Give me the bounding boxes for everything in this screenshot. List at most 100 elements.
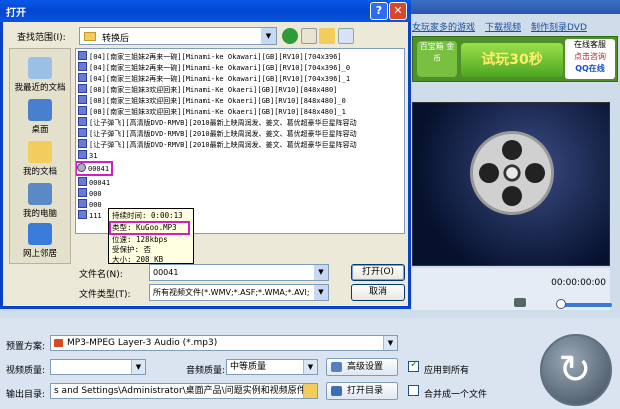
convert-button[interactable]: ↻ [540,334,612,406]
chevron-down-icon[interactable]: ▼ [383,336,397,350]
volume-knob[interactable] [556,299,566,309]
close-button[interactable]: ✕ [389,2,407,20]
place-computer-label: 我的电脑 [22,209,57,219]
preset-select[interactable]: MP3-MPEG Layer-3 Audio (*.mp3) ▼ [50,335,398,351]
back-icon[interactable] [282,28,298,44]
audio-file-icon [77,163,86,172]
lookin-label: 查找范围(I): [17,33,66,43]
preset-label: 预置方案: [6,342,46,352]
place-documents[interactable]: 我的文档 [10,139,70,181]
open-button[interactable]: 打开(O) [351,264,405,281]
file-item[interactable]: 00041 [78,177,110,188]
ad-support[interactable]: 在线客服 点击咨询 QQ在线 [565,39,615,79]
place-desktop[interactable]: 桌面 [10,97,70,139]
ad-banner[interactable]: 百宝箱 金币 试玩30秒 在线客服 点击咨询 QQ在线 [412,36,618,82]
link-burn-dvd[interactable]: 制作刻录DVD [531,20,587,34]
file-item[interactable]: [让子弹飞][高清版DVD-RMVB][2010最新上映周润发、姜文、葛优超豪华… [78,128,357,139]
video-file-icon [78,62,87,71]
file-item[interactable]: [04][南家三姐妹2再来一碗][Minami-ke Okawari][GB][… [78,73,350,84]
video-file-icon [78,106,87,115]
folder-open-icon [331,386,342,396]
video-file-icon [78,177,87,186]
video-quality-select[interactable]: ▼ [50,359,146,375]
file-item[interactable]: [04][南家三姐妹2再来一碗][Minami-ke Okawari][GB][… [78,62,350,73]
output-dir-label: 输出目录: [6,390,46,400]
file-item[interactable]: 31 [78,150,97,161]
apply-all-label: 应用到所有 [424,366,470,376]
advanced-settings-button[interactable]: 高级设置 [326,358,398,376]
film-reel-icon [470,131,554,215]
open-dir-label: 打开目录 [347,386,384,396]
audio-quality-select[interactable]: 中等质量 ▼ [226,359,318,375]
file-name: 00041 [88,165,110,173]
file-item[interactable]: [04][南家三姐妹2再来一碗][Minami-ke Okawari][GB][… [78,51,342,62]
open-dialog: 打开 ? ✕ 查找范围(I): 转换后 ▼ 我最近的文档 桌面 我的文档 我的电… [0,0,411,309]
new-folder-icon[interactable] [319,28,335,44]
file-item-hovered[interactable]: 00041 [76,161,113,176]
output-dir-input[interactable]: s and Settings\Administrator\桌面产品\问题实例和视… [50,383,318,399]
video-file-icon [78,73,87,82]
file-item[interactable]: [08][南家三姐妹3欢迎回来][Minami-Ke Okaeri][GB][R… [78,95,346,106]
ad-trial[interactable]: 试玩30秒 [461,43,563,77]
recent-docs-icon [28,57,52,79]
video-file-icon [78,188,87,197]
filename-input[interactable]: 00041 ▼ [149,264,329,281]
snapshot-icon[interactable] [514,298,526,307]
place-desktop-label: 桌面 [31,125,49,135]
file-name: [让子弹飞][高清版DVD-RMVB][2010最新上映周润发、姜文、葛优超豪华… [89,130,357,138]
file-name: 000 [89,190,102,198]
filetype-label: 文件类型(T): [79,290,131,300]
filename-label: 文件名(N): [79,270,123,280]
file-name: [04][南家三姐妹2再来一碗][Minami-ke Okawari][GB][… [89,53,342,61]
file-name: 00041 [89,179,111,187]
help-button[interactable]: ? [370,2,388,20]
lookin-select[interactable]: 转换后 ▼ [79,27,277,45]
audio-quality-label: 音频质量: [186,366,226,376]
network-icon [28,223,52,245]
file-name: 31 [89,152,98,160]
up-folder-icon[interactable] [301,28,317,44]
file-item[interactable]: 000 [78,199,102,210]
cancel-button[interactable]: 取消 [351,284,405,301]
file-name: [04][南家三姐妹2再来一碗][Minami-ke Okawari][GB][… [89,64,351,72]
filetype-select[interactable]: 所有视频文件(*.WMV;*.ASF;*.WMA;*.AVI; ▼ [149,284,329,301]
lookin-value: 转换后 [102,34,130,44]
file-item[interactable]: [让子弹飞][高清版DVD-RMVB][2010最新上映周润发、姜文、葛优超豪华… [78,139,357,150]
file-name: [04][南家三姐妹2再来一碗][Minami-ke Okawari][GB][… [89,75,351,83]
ad-support-line2: 点击咨询 [574,52,606,61]
place-network-label: 网上邻居 [22,249,57,259]
open-dir-button[interactable]: 打开目录 [326,382,398,400]
file-item[interactable]: 000 [78,188,102,199]
view-menu-icon[interactable] [338,28,354,44]
file-item[interactable]: [让子弹飞][高清版DVD-RMVB][2010最新上映周润发、姜文、葛优超豪华… [78,117,357,128]
video-file-icon [78,117,87,126]
audio-quality-value: 中等质量 [230,362,267,372]
file-item[interactable]: 111 [78,210,102,221]
folder-icon [84,32,96,41]
link-download-video[interactable]: 下载视频 [485,20,521,34]
folder-icon[interactable] [303,384,317,398]
chevron-down-icon[interactable]: ▼ [261,28,276,44]
video-file-icon [78,84,87,93]
refresh-icon: ↻ [558,347,592,393]
volume-slider[interactable] [560,303,612,307]
place-computer[interactable]: 我的电脑 [10,181,70,223]
merge-checkbox[interactable] [408,385,419,396]
link-games[interactable]: 女玩家多的游戏 [412,20,475,34]
chevron-down-icon[interactable]: ▼ [303,360,317,374]
file-item[interactable]: [08][南家三姐妹3欢迎回来][Minami-Ke Okaeri][GB][R… [78,84,337,95]
apply-all-checkbox[interactable] [408,359,419,372]
file-name: [让子弹飞][高清版DVD-RMVB][2010最新上映周润发、姜文、葛优超豪华… [89,119,357,127]
place-network[interactable]: 网上邻居 [10,221,70,263]
place-recent[interactable]: 我最近的文档 [10,55,70,97]
tooltip-type: 类型: KuGoo.MP3 [109,221,190,235]
file-list[interactable]: [04][南家三姐妹2再来一碗][Minami-ke Okawari][GB][… [75,48,405,234]
chevron-down-icon[interactable]: ▼ [131,360,145,374]
tooltip-bitrate: 位速: 128kbps [112,235,168,244]
video-file-icon [78,95,87,104]
file-item[interactable]: [08][南家三姐妹3欢迎回来][Minami-Ke Okaeri][GB][R… [78,106,346,117]
dialog-titlebar: 打开 ? ✕ [0,0,411,22]
chevron-down-icon[interactable]: ▼ [314,285,328,300]
dialog-title: 打开 [6,8,26,19]
chevron-down-icon[interactable]: ▼ [314,265,328,280]
